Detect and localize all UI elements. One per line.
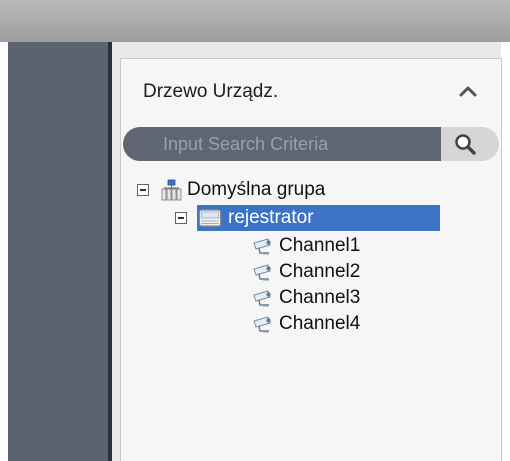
device-label: rejestrator <box>228 207 314 228</box>
group-label: Domyślna grupa <box>187 179 326 200</box>
channel-label: Channel4 <box>279 313 361 334</box>
dvr-icon <box>198 207 222 229</box>
tree-node-channel[interactable]: Channel2 <box>251 259 360 285</box>
search-input[interactable] <box>123 127 463 161</box>
tree-node-channel[interactable]: Channel1 <box>251 233 360 259</box>
tree-node-device[interactable]: rejestrator <box>175 205 440 231</box>
search-icon <box>455 134 476 155</box>
left-sidebar <box>8 42 108 461</box>
tree-node-channel[interactable]: Channel4 <box>251 311 360 337</box>
chevron-up-icon <box>459 86 477 97</box>
channel-label: Channel1 <box>279 235 361 256</box>
camera-icon <box>251 287 275 309</box>
tree-node-channel[interactable]: Channel3 <box>251 285 360 311</box>
channel-label: Channel2 <box>279 261 361 282</box>
collapse-toggle[interactable] <box>137 184 149 196</box>
selected-row[interactable]: rejestrator <box>197 205 440 231</box>
search-button[interactable] <box>441 127 499 161</box>
panel-header: Drzewo Urządz. <box>121 59 501 121</box>
panel-title: Drzewo Urządz. <box>143 81 279 102</box>
camera-icon <box>251 313 275 335</box>
right-edge <box>501 42 510 461</box>
camera-icon <box>251 235 275 257</box>
search-box <box>123 127 499 161</box>
tree-node-group[interactable]: Domyślna grupa <box>137 177 325 203</box>
collapse-button[interactable] <box>457 83 479 99</box>
camera-icon <box>251 261 275 283</box>
top-bar <box>0 0 510 42</box>
collapse-toggle[interactable] <box>175 212 187 224</box>
group-icon <box>159 179 183 201</box>
device-tree-panel: Drzewo Urządz. Input Search Criteria Dom… <box>120 58 502 461</box>
channel-label: Channel3 <box>279 287 361 308</box>
